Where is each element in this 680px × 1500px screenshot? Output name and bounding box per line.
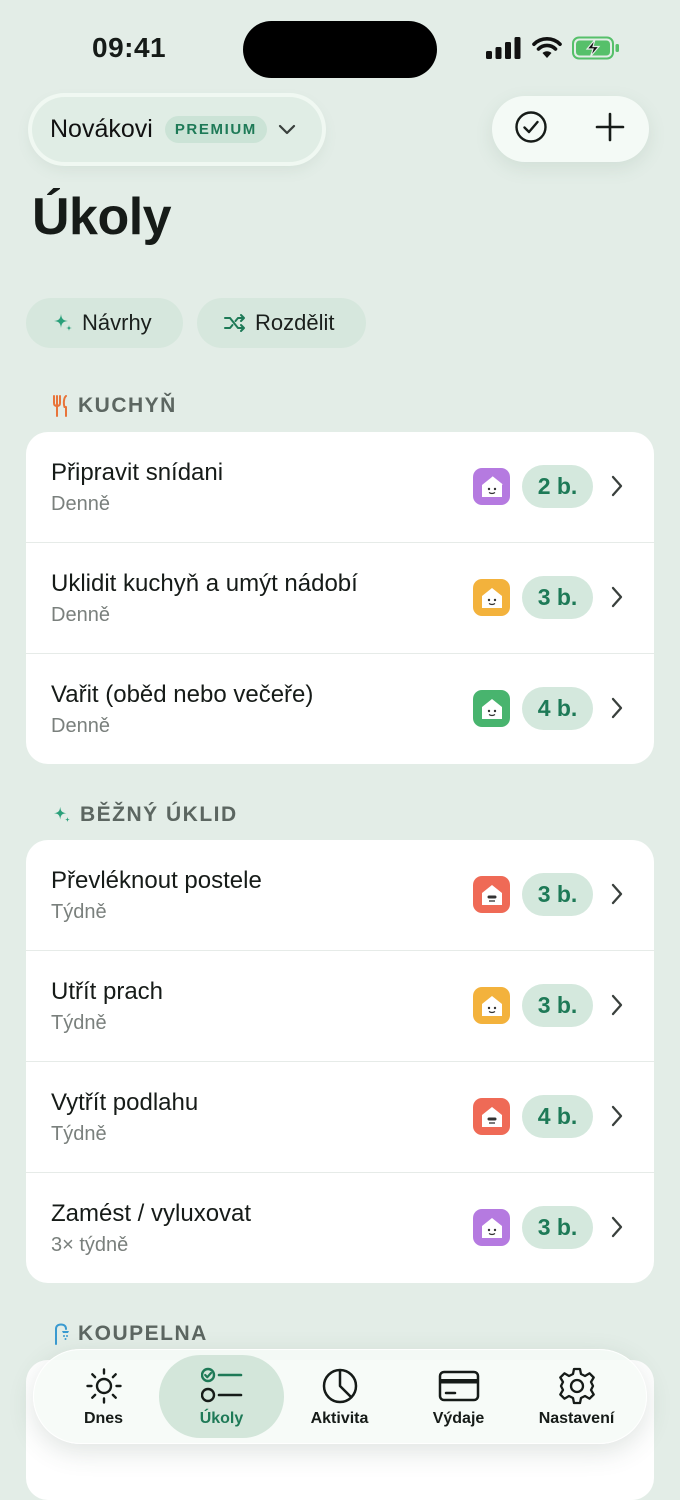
household-name: Novákovi — [50, 115, 153, 143]
sparkle-icon — [52, 312, 74, 334]
section-header-cleaning: BĚŽNÝ ÚKLID — [52, 803, 238, 827]
assignee-avatar — [473, 1098, 510, 1135]
task-row[interactable]: Uklidit kuchyň a umýt nádobí Denně 3 b. — [26, 543, 654, 654]
split-chip[interactable]: Rozdělit — [197, 298, 366, 348]
chevron-right-icon — [610, 585, 624, 609]
points-badge: 3 b. — [522, 873, 593, 916]
gear-icon — [557, 1366, 597, 1406]
task-title: Uklidit kuchyň a umýt nádobí — [51, 570, 358, 597]
points-badge: 3 b. — [522, 1206, 593, 1249]
plus-icon — [595, 112, 625, 147]
task-title: Utřít prach — [51, 978, 164, 1005]
task-frequency: Týdně — [51, 1123, 107, 1145]
house-face-icon — [481, 1106, 502, 1127]
card-icon — [438, 1366, 480, 1406]
task-title: Převléknout postele — [51, 867, 262, 894]
task-row[interactable]: Převléknout postele Týdně 3 b. — [26, 840, 654, 951]
checklist-icon — [200, 1366, 243, 1406]
house-face-icon — [481, 884, 502, 905]
chevron-down-icon — [277, 123, 297, 137]
complete-task-button[interactable] — [501, 99, 561, 159]
chevron-right-icon — [610, 1104, 624, 1128]
assignee-avatar — [473, 579, 510, 616]
pie-chart-icon — [321, 1366, 359, 1406]
task-title: Připravit snídani — [51, 459, 224, 486]
tab-today[interactable]: Dnes — [41, 1355, 166, 1438]
points-badge: 2 b. — [522, 465, 593, 508]
task-frequency: Denně — [51, 493, 110, 515]
household-selector[interactable]: Novákovi PREMIUM — [32, 97, 322, 162]
assignee-avatar — [473, 987, 510, 1024]
points-badge: 3 b. — [522, 984, 593, 1027]
page-title: Úkoly — [32, 188, 172, 246]
assignee-avatar — [473, 876, 510, 913]
battery-charging-icon — [572, 36, 620, 65]
task-frequency: Týdně — [51, 1012, 107, 1034]
dynamic-island — [243, 21, 437, 78]
status-icons — [486, 36, 620, 65]
points-badge: 3 b. — [522, 576, 593, 619]
task-row[interactable]: Vytřít podlahu Týdně 4 b. — [26, 1062, 654, 1173]
shuffle-icon — [223, 313, 247, 333]
tab-label: Výdaje — [432, 1409, 485, 1427]
premium-badge: PREMIUM — [164, 116, 267, 143]
shower-icon — [52, 1323, 70, 1345]
signal-icon — [486, 37, 522, 64]
task-row[interactable]: Utřít prach Týdně 3 b. — [26, 951, 654, 1062]
section-header-bathroom: KOUPELNA — [52, 1322, 208, 1346]
task-frequency: Týdně — [51, 901, 107, 923]
task-title: Zamést / vyluxovat — [51, 1200, 252, 1227]
chevron-right-icon — [610, 882, 624, 906]
house-face-icon — [481, 475, 503, 497]
chevron-right-icon — [610, 993, 624, 1017]
task-frequency: 3× týdně — [51, 1234, 129, 1256]
task-title: Vytřít podlahu — [51, 1089, 199, 1116]
tab-label: Úkoly — [199, 1409, 244, 1427]
points-badge: 4 b. — [522, 687, 593, 730]
task-title: Vařit (oběd nebo večeře) — [51, 681, 314, 708]
split-label: Rozdělit — [255, 310, 335, 335]
house-face-icon — [481, 995, 502, 1016]
sun-icon — [85, 1366, 123, 1406]
tab-activity[interactable]: Aktivita — [277, 1355, 402, 1438]
task-card-kitchen: Připravit snídani Denně 2 b. Uklidit kuc… — [26, 432, 654, 764]
tab-bar: Dnes Úkoly Aktivita Výdaje Nastavení — [33, 1349, 647, 1444]
house-face-icon — [481, 698, 502, 719]
task-row[interactable]: Vařit (oběd nebo večeře) Denně 4 b. — [26, 654, 654, 764]
wifi-icon — [532, 37, 562, 64]
house-face-icon — [481, 587, 502, 608]
house-face-icon — [481, 1217, 502, 1238]
header-actions — [492, 96, 649, 162]
section-header-kitchen: KUCHYŇ — [52, 394, 177, 418]
add-task-button[interactable] — [580, 99, 640, 159]
assignee-avatar — [473, 468, 510, 505]
tab-label: Aktivita — [310, 1409, 369, 1427]
tab-expenses[interactable]: Výdaje — [396, 1355, 521, 1438]
suggestions-chip[interactable]: Návrhy — [26, 298, 183, 348]
status-time: 09:41 — [92, 32, 167, 63]
suggestions-label: Návrhy — [82, 310, 152, 335]
section-title: KUCHYŇ — [78, 394, 177, 417]
task-row[interactable]: Připravit snídani Denně 2 b. — [26, 432, 654, 543]
section-title: BĚŽNÝ ÚKLID — [80, 803, 238, 826]
tab-settings[interactable]: Nastavení — [514, 1355, 639, 1438]
section-title: KOUPELNA — [78, 1322, 208, 1345]
tab-label: Dnes — [83, 1409, 124, 1427]
fork-knife-icon — [52, 395, 70, 417]
task-frequency: Denně — [51, 715, 110, 737]
points-badge: 4 b. — [522, 1095, 593, 1138]
assignee-avatar — [473, 690, 510, 727]
task-frequency: Denně — [51, 604, 110, 626]
check-circle-icon — [514, 110, 548, 149]
chevron-right-icon — [610, 696, 624, 720]
assignee-avatar — [473, 1209, 510, 1246]
task-card-cleaning: Převléknout postele Týdně 3 b. Utřít pra… — [26, 840, 654, 1283]
chevron-right-icon — [610, 474, 624, 498]
tab-label: Nastavení — [538, 1409, 615, 1427]
task-row[interactable]: Zamést / vyluxovat 3× týdně 3 b. — [26, 1173, 654, 1283]
tab-tasks[interactable]: Úkoly — [159, 1355, 284, 1438]
sparkle-icon — [52, 805, 72, 825]
chevron-right-icon — [610, 1215, 624, 1239]
status-bar: 09:41 — [0, 0, 680, 100]
